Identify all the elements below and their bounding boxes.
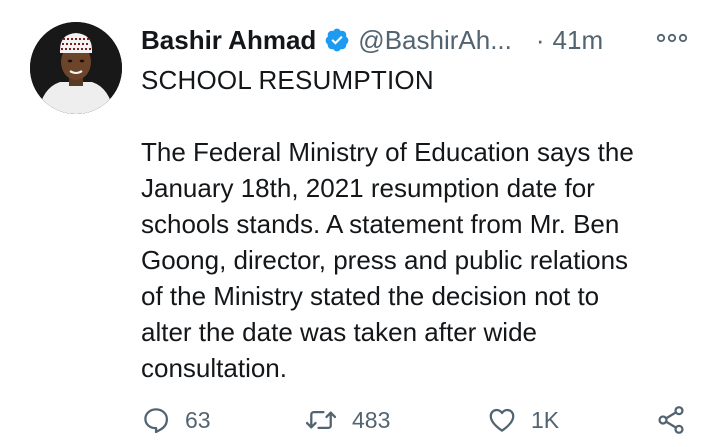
separator-dot: · <box>535 24 545 55</box>
retweet-count: 483 <box>352 406 391 433</box>
like-count: 1K <box>531 406 560 433</box>
tweet-actions: 63 483 1K <box>141 400 701 440</box>
tweet-title: SCHOOL RESUMPTION <box>141 65 434 95</box>
tweet-body-line: of the Ministry stated the decision not … <box>141 281 600 311</box>
share-button[interactable] <box>655 400 687 440</box>
tweet-header: Bashir Ahmad @BashirAh... · 41m <box>141 22 603 58</box>
tweet[interactable]: Bashir Ahmad @BashirAh... · 41m SCHOOL R… <box>0 0 720 447</box>
author-handle[interactable]: @BashirAh... <box>358 25 512 56</box>
retweet-icon <box>305 410 337 430</box>
verified-badge-icon <box>324 27 350 53</box>
tweet-body-line: Goong, director, press and public relati… <box>141 245 629 275</box>
avatar-image <box>30 22 122 114</box>
tweet-timestamp[interactable]: 41m <box>553 25 604 56</box>
reply-button[interactable]: 63 <box>141 400 211 440</box>
reply-icon <box>144 408 168 434</box>
author-name[interactable]: Bashir Ahmad <box>141 25 316 56</box>
tweet-body-line: consultation. <box>141 353 287 383</box>
heart-icon <box>489 408 515 432</box>
tweet-body: The Federal Ministry of Education says t… <box>141 134 701 386</box>
reply-count: 63 <box>185 406 211 433</box>
share-icon <box>658 406 684 434</box>
tweet-body-line: schools stands. A statement from Mr. Ben <box>141 209 620 239</box>
more-options-icon[interactable] <box>655 28 689 48</box>
tweet-body-line: January 18th, 2021 resumption date for <box>141 173 595 203</box>
avatar[interactable] <box>30 22 122 114</box>
retweet-button[interactable]: 483 <box>304 400 390 440</box>
like-button[interactable]: 1K <box>487 400 559 440</box>
tweet-body-line: The Federal Ministry of Education says t… <box>141 137 634 167</box>
tweet-body-line: alter the date was taken after wide <box>141 317 538 347</box>
